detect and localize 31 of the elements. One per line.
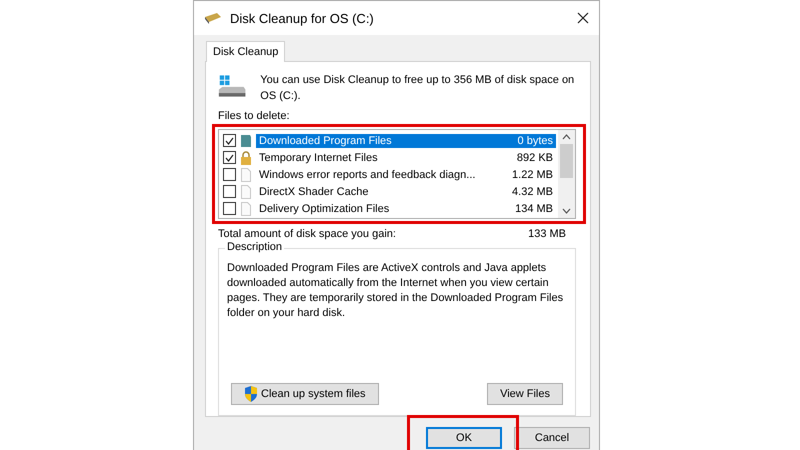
scrollbar[interactable] (558, 130, 575, 218)
folder-icon (240, 134, 252, 148)
ok-button[interactable]: OK (426, 427, 502, 449)
file-item[interactable]: Temporary Internet Files 892 KB (256, 150, 556, 164)
window-title: Disk Cleanup for OS (C:) (230, 10, 375, 26)
file-item[interactable]: Delivery Optimization Files 134 MB (256, 202, 556, 216)
file-item[interactable]: Downloaded Program Files 0 bytes (256, 134, 556, 148)
document-icon (240, 184, 252, 198)
total-value: 133 MB (528, 228, 566, 240)
disk-cleanup-icon (204, 12, 222, 24)
file-item[interactable]: DirectX Shader Cache 4.32 MB (256, 184, 556, 198)
checkbox[interactable] (223, 168, 236, 181)
description-title: Description (225, 241, 284, 253)
document-icon (240, 202, 252, 216)
action-button[interactable]: View Files (487, 383, 563, 405)
tab[interactable]: Disk Cleanup (206, 41, 286, 62)
checkbox[interactable] (223, 202, 236, 215)
close-icon[interactable] (577, 12, 589, 24)
document-icon (240, 168, 252, 182)
checkbox[interactable] (223, 151, 236, 164)
files-label: Files to delete: (218, 110, 291, 122)
action-button[interactable]: Clean up system files (231, 383, 379, 405)
total-label: Total amount of disk space you gain: (218, 228, 396, 240)
file-item[interactable]: Windows error reports and feedback diagn... 1.22 MB (256, 168, 556, 182)
cancel-button[interactable]: Cancel (514, 427, 590, 449)
shield-icon (244, 386, 258, 402)
lock-icon (240, 150, 252, 164)
intro-text: You can use Disk Cleanup to free up to 356 MB of disk space on OS (C:). (260, 73, 576, 104)
checkbox[interactable] (223, 134, 236, 147)
checkbox[interactable] (223, 185, 236, 198)
description-text: Downloaded Program Files are ActiveX controls and Java applets downloaded automatically from the Internet when you view certain pages. They are temporarily stored in the Downloaded Program Files folder on your hard disk. (227, 261, 564, 321)
